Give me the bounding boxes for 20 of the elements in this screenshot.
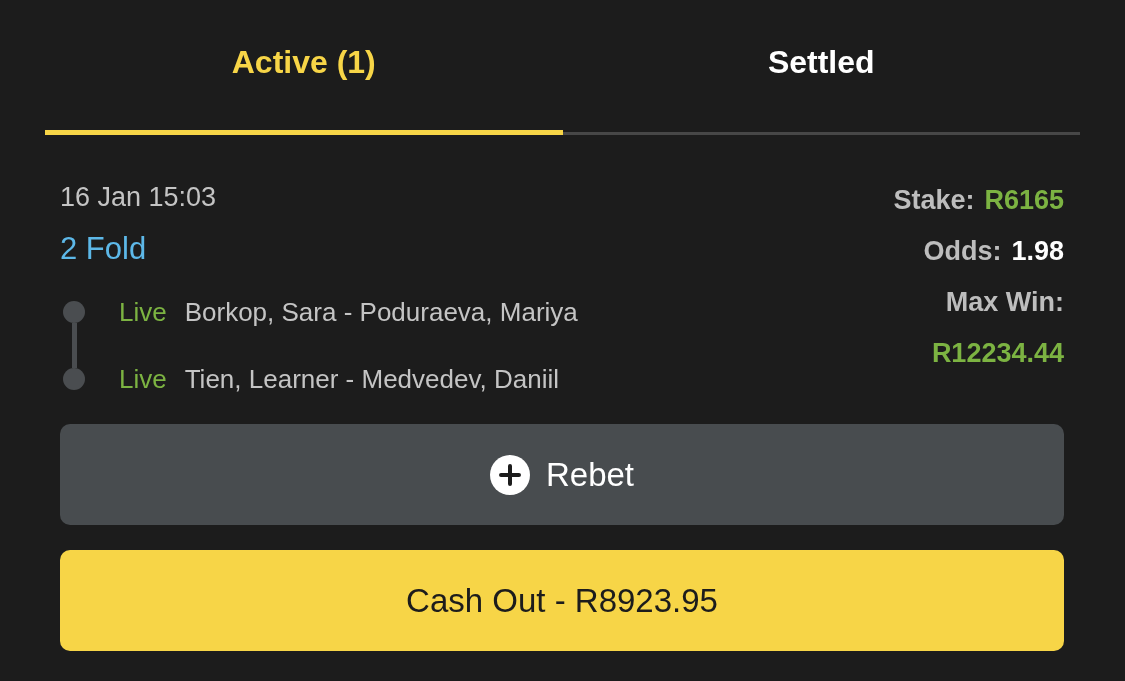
max-win-value: R12234.44	[931, 338, 1064, 369]
stake-value: R6165	[984, 185, 1064, 216]
odds-label: Odds:	[923, 236, 1002, 267]
leg-dot-icon	[63, 367, 85, 390]
bet-type: 2 Fold	[60, 230, 148, 268]
tab[interactable]: Settled	[562, 0, 1080, 135]
plus-icon	[489, 454, 530, 495]
rebet-label: Rebet	[545, 455, 635, 494]
rebet-button[interactable]: Rebet	[60, 424, 1064, 525]
match-name: Tien, Learner - Medvedev, Daniil	[184, 362, 559, 395]
stake-label: Stake:	[893, 185, 975, 216]
match-name: Borkop, Sara - Poduraeva, Mariya	[184, 295, 578, 328]
tab[interactable]: Active (1)	[45, 0, 563, 135]
live-status: Live	[119, 295, 167, 328]
bet-date: 16 Jan 15:03	[60, 181, 218, 213]
max-win-label: Max Win:	[945, 287, 1064, 318]
leg-dot-icon	[63, 300, 85, 323]
cash-out-button[interactable]: Cash Out - R8923.95	[60, 550, 1064, 651]
live-status: Live	[119, 362, 167, 395]
odds-value: 1.98	[1011, 236, 1064, 267]
